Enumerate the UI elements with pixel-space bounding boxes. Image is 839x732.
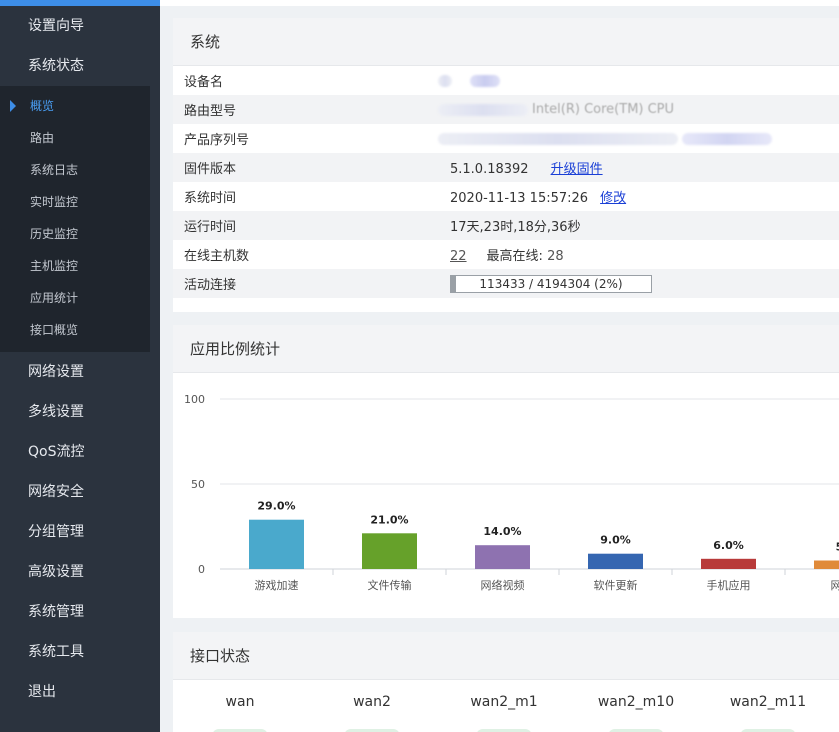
submenu-item-interface-overview[interactable]: 接口概览 <box>0 314 150 346</box>
serial-label: 产品序列号 <box>184 133 250 148</box>
row-active-connections: 活动连接 113433 / 4194304 (2%) <box>173 269 839 298</box>
firmware-label: 固件版本 <box>184 162 237 177</box>
menu-item-system-tools[interactable]: 系统工具 <box>0 632 160 672</box>
menu-item-multiline-settings[interactable]: 多线设置 <box>0 392 160 432</box>
interface-name: wan2_m1 <box>470 694 538 710</box>
menu-item-network-security[interactable]: 网络安全 <box>0 472 160 512</box>
row-device-name: 设备名 <box>173 66 839 95</box>
submenu-item-route[interactable]: 路由 <box>0 122 150 154</box>
serial-value <box>438 124 839 153</box>
bar-data-label: 5. <box>836 541 839 554</box>
x-tick-label: 手机应用 <box>707 578 751 592</box>
uptime-label: 运行时间 <box>184 220 237 235</box>
y-tick-label: 50 <box>191 478 205 491</box>
system-status-submenu: 概览 路由 系统日志 实时监控 历史监控 主机监控 应用统计 接口概览 <box>0 86 150 352</box>
menu-item-advanced-settings[interactable]: 高级设置 <box>0 552 160 592</box>
x-tick-label: 游戏加速 <box>255 579 299 592</box>
interface-row: wan wan2 wan2_m1 wan2_m10 wan2_m11 <box>173 680 839 732</box>
connections-progress-bar: 113433 / 4194304 (2%) <box>450 274 652 293</box>
row-online-hosts: 在线主机数 22 最高在线: 28 <box>173 240 839 269</box>
active-connections-label: 活动连接 <box>184 278 237 293</box>
submenu-item-history-monitor[interactable]: 历史监控 <box>0 218 150 250</box>
active-connections-cell: 113433 / 4194304 (2%) <box>450 269 839 298</box>
redacted-blur <box>682 132 772 145</box>
submenu-item-label: 概览 <box>30 99 55 113</box>
app-ratio-chart: 0 50 100 29.0% 游戏加速 21.0% 文件传输 14.0% 网络视频 9.0% 软件更… <box>184 393 839 592</box>
peak-online-value: 28 <box>547 249 564 264</box>
x-tick-label: 网络视频 <box>481 578 525 592</box>
peak-online-label: 最高在线: <box>486 249 543 264</box>
menu-item-qos[interactable]: QoS流控 <box>0 432 160 472</box>
bar-data-label: 21.0% <box>370 513 408 526</box>
row-router-model: 路由型号 Intel(R) Core(TM) CPU <box>173 95 839 124</box>
online-hosts-cell: 22 最高在线: 28 <box>450 240 839 269</box>
firmware-value-cell: 5.1.0.18392 升级固件 <box>450 153 839 182</box>
app-ratio-panel: 应用比例统计 0 50 100 29.0% 游戏加速 21.0% 文件传输 14.0% 网络视频… <box>173 325 839 618</box>
online-hosts-link[interactable]: 22 <box>450 249 467 264</box>
menu-item-system-management[interactable]: 系统管理 <box>0 592 160 632</box>
row-firmware: 固件版本 5.1.0.18392 升级固件 <box>173 153 839 182</box>
firmware-version: 5.1.0.18392 <box>450 162 529 177</box>
router-model-text: Intel(R) Core(TM) CPU <box>532 102 675 117</box>
menu-item-logout[interactable]: 退出 <box>0 672 160 712</box>
device-name-value <box>438 66 839 95</box>
bar-data-label: 14.0% <box>483 525 521 538</box>
row-serial: 产品序列号 <box>173 124 839 153</box>
menu-item-system-status[interactable]: 系统状态 <box>0 46 160 86</box>
y-tick-label: 0 <box>198 563 205 576</box>
interface-name: wan2 <box>353 694 391 710</box>
interface-status-panel: 接口状态 wan wan2 wan2_m1 wan2_m10 wan2_m11 <box>173 632 839 732</box>
system-panel: 系统 设备名 路由型号 Intel(R) Core(TM) CPU 产品序列号 … <box>173 18 839 312</box>
row-uptime: 运行时间 17天,23时,18分,36秒 <box>173 211 839 240</box>
menu-item-setup-wizard[interactable]: 设置向导 <box>0 6 160 46</box>
bar <box>588 553 643 569</box>
connections-progress-text: 113433 / 4194304 (2%) <box>479 276 623 291</box>
submenu-item-app-stats[interactable]: 应用统计 <box>0 282 150 314</box>
modify-time-link[interactable]: 修改 <box>600 191 626 206</box>
system-time-label: 系统时间 <box>184 191 237 206</box>
submenu-item-host-monitor[interactable]: 主机监控 <box>0 250 150 282</box>
redacted-blur <box>438 132 678 145</box>
upgrade-firmware-link[interactable]: 升级固件 <box>551 162 603 177</box>
app-ratio-panel-title: 应用比例统计 <box>173 325 839 373</box>
bar-data-label: 29.0% <box>257 500 295 513</box>
x-tick-label: 网页 <box>831 579 839 592</box>
sidebar: 设置向导 系统状态 概览 路由 系统日志 实时监控 历史监控 主机监控 应用统计… <box>0 0 160 732</box>
device-name-label: 设备名 <box>184 75 224 90</box>
bar <box>814 560 839 569</box>
submenu-item-overview[interactable]: 概览 <box>0 90 150 122</box>
bar <box>701 558 756 569</box>
interface-name: wan2_m11 <box>729 694 807 710</box>
router-model-label: 路由型号 <box>184 104 237 119</box>
y-tick-label: 100 <box>184 393 205 406</box>
row-system-time: 系统时间 2020-11-13 15:57:26 修改 <box>173 182 839 211</box>
uptime-value: 17天,23时,18分,36秒 <box>450 220 581 235</box>
system-panel-title: 系统 <box>173 18 839 66</box>
bar <box>249 519 304 569</box>
bar-data-label: 9.0% <box>600 534 631 547</box>
system-time-value: 2020-11-13 15:57:26 <box>450 191 589 206</box>
redacted-blur <box>438 103 528 116</box>
bar <box>475 545 530 569</box>
submenu-item-realtime-monitor[interactable]: 实时监控 <box>0 186 150 218</box>
x-tick-label: 文件传输 <box>368 578 412 592</box>
main-content: 系统 设备名 路由型号 Intel(R) Core(TM) CPU 产品序列号 … <box>160 0 839 732</box>
interface-name: wan <box>225 694 255 710</box>
router-model-value: Intel(R) Core(TM) CPU <box>438 95 839 124</box>
system-time-cell: 2020-11-13 15:57:26 修改 <box>450 182 839 211</box>
interface-name: wan2_m10 <box>597 694 675 710</box>
bar <box>362 533 417 569</box>
submenu-item-system-log[interactable]: 系统日志 <box>0 154 150 186</box>
menu-item-group-management[interactable]: 分组管理 <box>0 512 160 552</box>
online-hosts-label: 在线主机数 <box>184 249 250 264</box>
redacted-blur <box>438 74 452 87</box>
x-tick-label: 软件更新 <box>594 578 638 592</box>
system-info-table: 设备名 路由型号 Intel(R) Core(TM) CPU 产品序列号 固件版… <box>173 66 839 298</box>
redacted-blur <box>470 74 500 87</box>
menu-item-network-settings[interactable]: 网络设置 <box>0 352 160 392</box>
bar-data-label: 6.0% <box>713 539 744 552</box>
top-strip <box>160 0 839 6</box>
interface-status-panel-title: 接口状态 <box>173 632 839 680</box>
active-arrow-icon <box>10 100 16 112</box>
